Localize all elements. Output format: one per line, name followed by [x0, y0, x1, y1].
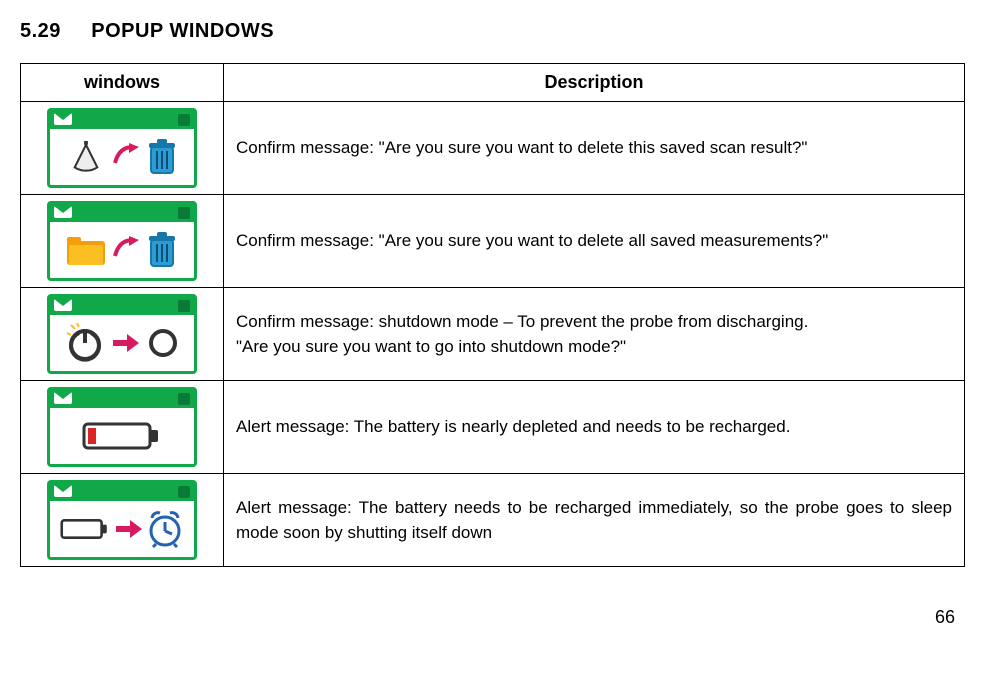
desc-shutdown: Confirm message: shutdown mode – To prev… [224, 288, 965, 381]
popup-windows-table: windows Description [20, 63, 965, 567]
table-row: Confirm message: "Are you sure you want … [21, 195, 965, 288]
battery-low-icon [82, 418, 162, 454]
chip-icon [178, 486, 190, 498]
folder-icon [67, 235, 105, 265]
popup-delete-all [47, 201, 197, 281]
trash-icon [147, 139, 177, 175]
popup-shutdown [47, 294, 197, 374]
page-number: 66 [20, 607, 965, 628]
mail-icon [54, 206, 72, 218]
window-cell [21, 102, 224, 195]
chip-icon [178, 114, 190, 126]
scan-icon [67, 141, 105, 173]
popup-delete-scan [47, 108, 197, 188]
battery-empty-icon [60, 515, 112, 543]
circle-icon [147, 327, 179, 359]
table-row: Confirm message: "Are you sure you want … [21, 102, 965, 195]
power-icon [65, 323, 105, 363]
section-number: 5.29 [20, 20, 61, 42]
chip-icon [178, 300, 190, 312]
arrow-icon [116, 520, 142, 538]
table-row: Alert message: The battery is nearly dep… [21, 381, 965, 474]
window-cell [21, 381, 224, 474]
clock-icon [146, 510, 184, 548]
mail-icon [54, 485, 72, 497]
desc-delete-scan: Confirm message: "Are you sure you want … [224, 102, 965, 195]
trash-icon [147, 232, 177, 268]
arrow-icon [113, 334, 139, 352]
popup-battery-low [47, 387, 197, 467]
chip-icon [178, 207, 190, 219]
desc-delete-all: Confirm message: "Are you sure you want … [224, 195, 965, 288]
mail-icon [54, 299, 72, 311]
header-windows: windows [21, 64, 224, 102]
arrow-icon [113, 143, 139, 171]
table-row: Confirm message: shutdown mode – To prev… [21, 288, 965, 381]
mail-icon [54, 392, 72, 404]
window-cell [21, 288, 224, 381]
section-title: 5.29 POPUP WINDOWS [20, 20, 965, 43]
popup-battery-sleep [47, 480, 197, 560]
desc-battery-sleep: Alert message: The battery needs to be r… [224, 474, 965, 567]
window-cell [21, 474, 224, 567]
mail-icon [54, 113, 72, 125]
window-cell [21, 195, 224, 288]
arrow-icon [113, 236, 139, 264]
desc-battery-low: Alert message: The battery is nearly dep… [224, 381, 965, 474]
chip-icon [178, 393, 190, 405]
section-heading: POPUP WINDOWS [91, 20, 274, 42]
table-row: Alert message: The battery needs to be r… [21, 474, 965, 567]
header-description: Description [224, 64, 965, 102]
